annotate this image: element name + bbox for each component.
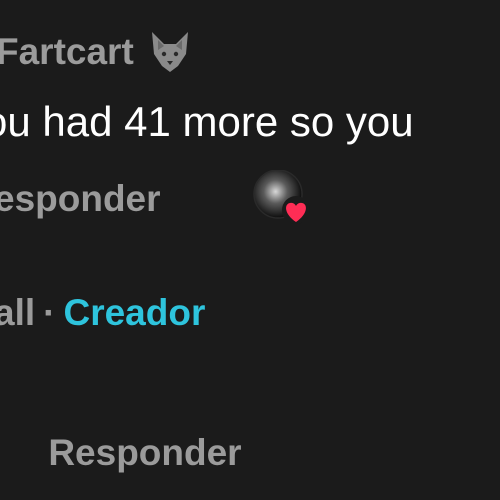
- reply-actions-row: )Responder: [0, 432, 241, 474]
- reply-button-2[interactable]: Responder: [48, 432, 241, 473]
- comment-thread: Fartcart ou had 41 more so you esponder …: [0, 0, 500, 500]
- separator: ·: [43, 292, 56, 333]
- creator-badge: Creador: [63, 292, 206, 333]
- username-label[interactable]: Fartcart: [0, 31, 134, 73]
- reply-author-name[interactable]: all: [0, 292, 35, 333]
- comment-author[interactable]: Fartcart: [0, 30, 192, 74]
- reply-author-row: all · Creador: [0, 292, 205, 334]
- comment-text: ou had 41 more so you: [0, 98, 414, 145]
- reply-button[interactable]: esponder: [0, 178, 161, 220]
- heart-avatar-icon[interactable]: [252, 170, 312, 230]
- wolf-icon: [151, 32, 188, 72]
